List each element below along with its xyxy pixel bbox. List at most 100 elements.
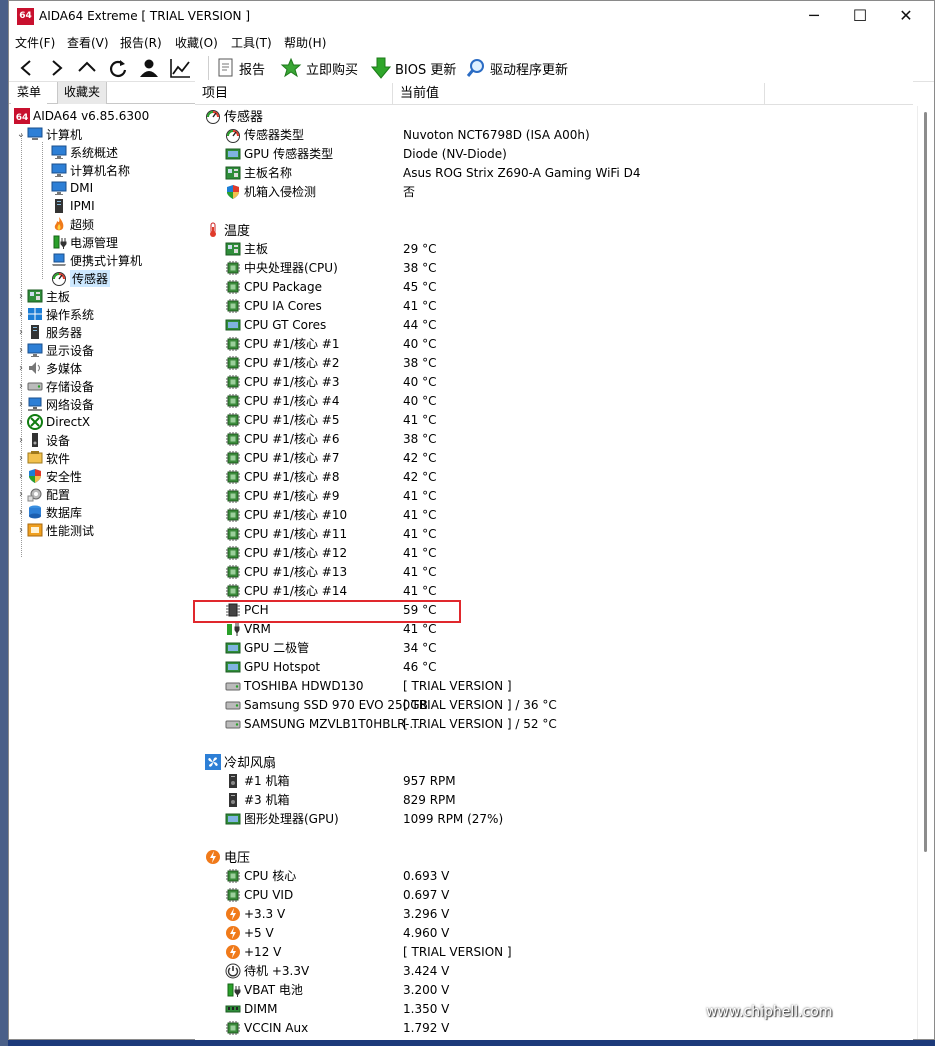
sensor-row[interactable]: CPU #1/核心 #13 41 °C — [195, 562, 895, 581]
chart-button[interactable] — [167, 55, 193, 81]
tree-item-computer-child[interactable]: 计算机名称 — [51, 161, 130, 179]
menu-file[interactable]: 文件(F) — [15, 34, 55, 51]
buy-button[interactable]: 立即购买 — [280, 56, 358, 80]
sensor-row[interactable]: CPU #1/核心 #4 40 °C — [195, 391, 895, 410]
sensor-row[interactable]: CPU #1/核心 #10 41 °C — [195, 505, 895, 524]
minimize-button[interactable]: ─ — [791, 1, 837, 32]
tree-item-category[interactable]: › 存储设备 — [15, 377, 94, 395]
expand-chevron-right-icon[interactable]: › — [15, 291, 27, 302]
sensor-row[interactable]: CPU #1/核心 #8 42 °C — [195, 467, 895, 486]
refresh-button[interactable] — [105, 55, 131, 81]
sensor-row[interactable]: CPU #1/核心 #1 40 °C — [195, 334, 895, 353]
expand-chevron-down-icon[interactable]: ⌄ — [15, 129, 27, 140]
sensor-row[interactable]: SAMSUNG MZVLB1T0HBLR-...[ TRIAL VERSION … — [195, 714, 895, 733]
sensor-row[interactable]: 机箱入侵检测 否 — [195, 182, 895, 201]
sensor-row[interactable]: CPU #1/核心 #14 41 °C — [195, 581, 895, 600]
sensor-row[interactable]: 中央处理器(CPU) 38 °C — [195, 258, 895, 277]
group-fans[interactable]: 冷却风扇 — [195, 752, 895, 771]
sensor-row[interactable]: 待机 +3.3V 3.424 V — [195, 961, 895, 980]
expand-chevron-right-icon[interactable]: › — [15, 399, 27, 410]
tree-item-computer-child[interactable]: DMI — [51, 179, 93, 197]
tree-item-computer-child[interactable]: IPMI — [51, 197, 95, 215]
sensor-row[interactable]: 传感器类型 Nuvoton NCT6798D (ISA A00h) — [195, 125, 895, 144]
column-item[interactable]: 项目 — [195, 83, 393, 105]
expand-chevron-right-icon[interactable]: › — [15, 327, 27, 338]
sensor-row[interactable]: +5 V 4.960 V — [195, 923, 895, 942]
expand-chevron-right-icon[interactable]: › — [15, 507, 27, 518]
group-sensor[interactable]: 传感器 — [195, 106, 895, 125]
menu-view[interactable]: 查看(V) — [67, 34, 109, 51]
sensor-row[interactable]: #1 机箱 957 RPM — [195, 771, 895, 790]
tree-item-computer-child[interactable]: 传感器 — [51, 269, 111, 287]
scrollbar-thumb[interactable] — [924, 112, 927, 852]
menu-help[interactable]: 帮助(H) — [284, 34, 326, 51]
tree-item-category[interactable]: › DirectX — [15, 413, 90, 431]
expand-chevron-right-icon[interactable]: › — [15, 489, 27, 500]
tree-item-category[interactable]: › 主板 — [15, 287, 70, 305]
sensor-row[interactable]: 图形处理器(GPU) 1099 RPM (27%) — [195, 809, 895, 828]
sensor-row[interactable]: VBAT 电池 3.200 V — [195, 980, 895, 999]
maximize-button[interactable]: ☐ — [837, 1, 883, 32]
tree-item-computer-child[interactable]: 便携式计算机 — [51, 251, 142, 269]
tree-item-category[interactable]: › 网络设备 — [15, 395, 94, 413]
tree-item-category[interactable]: › 设备 — [15, 431, 70, 449]
tree-item-computer-child[interactable]: 电源管理 — [51, 233, 118, 251]
column-value[interactable]: 当前值 — [393, 83, 765, 105]
tree-item-root[interactable]: 64 AIDA64 v6.85.6300 — [14, 107, 149, 125]
sensor-row[interactable]: CPU #1/核心 #11 41 °C — [195, 524, 895, 543]
sensor-row[interactable]: CPU 核心 0.693 V — [195, 866, 895, 885]
forward-button[interactable] — [43, 55, 69, 81]
tab-favorites[interactable]: 收藏夹 — [57, 82, 108, 104]
back-button[interactable] — [14, 55, 40, 81]
sensor-row[interactable]: CPU #1/核心 #6 38 °C — [195, 429, 895, 448]
sensor-row[interactable]: Samsung SSD 970 EVO 250GB[ TRIAL VERSION… — [195, 695, 895, 714]
driver-update-button[interactable]: 驱动程序更新 — [466, 56, 568, 80]
expand-chevron-right-icon[interactable]: › — [15, 435, 27, 446]
sensor-row[interactable]: GPU Hotspot 46 °C — [195, 657, 895, 676]
menu-tools[interactable]: 工具(T) — [231, 34, 272, 51]
tree-item-computer-child[interactable]: 系统概述 — [51, 143, 118, 161]
sensor-row[interactable]: CPU #1/核心 #5 41 °C — [195, 410, 895, 429]
close-button[interactable]: ✕ — [883, 1, 929, 32]
sensor-row[interactable]: CPU IA Cores 41 °C — [195, 296, 895, 315]
bios-update-button[interactable]: BIOS 更新 — [371, 56, 456, 80]
up-button[interactable] — [74, 55, 100, 81]
expand-chevron-right-icon[interactable]: › — [15, 471, 27, 482]
tree-item-category[interactable]: › 性能测试 — [15, 521, 94, 539]
expand-chevron-right-icon[interactable]: › — [15, 345, 27, 356]
menu-report[interactable]: 报告(R) — [120, 34, 162, 51]
sensor-row[interactable]: 主板名称 Asus ROG Strix Z690-A Gaming WiFi D4 — [195, 163, 895, 182]
sensor-row[interactable]: TOSHIBA HDWD130 [ TRIAL VERSION ] — [195, 676, 895, 695]
tree-item-category[interactable]: › 软件 — [15, 449, 70, 467]
group-voltage[interactable]: 电压 — [195, 847, 895, 866]
tree-item-computer-child[interactable]: 超频 — [51, 215, 94, 233]
sensor-row[interactable]: CPU #1/核心 #9 41 °C — [195, 486, 895, 505]
tree-item-category[interactable]: › 多媒体 — [15, 359, 82, 377]
expand-chevron-right-icon[interactable]: › — [15, 525, 27, 536]
sensor-row[interactable]: CPU GT Cores 44 °C — [195, 315, 895, 334]
group-temperature[interactable]: 温度 — [195, 220, 895, 239]
sensor-row[interactable]: VCCIN Aux 1.792 V — [195, 1018, 895, 1037]
report-button[interactable]: 报告 — [217, 56, 265, 80]
expand-chevron-right-icon[interactable]: › — [15, 309, 27, 320]
sensor-row[interactable]: GPU 传感器类型 Diode (NV-Diode) — [195, 144, 895, 163]
sensor-row[interactable]: #3 机箱 829 RPM — [195, 790, 895, 809]
expand-chevron-right-icon[interactable]: › — [15, 381, 27, 392]
menu-favorites[interactable]: 收藏(O) — [175, 34, 218, 51]
sensor-row[interactable]: GPU 二极管 34 °C — [195, 638, 895, 657]
tree-item-category[interactable]: › 数据库 — [15, 503, 82, 521]
sensor-row[interactable]: CPU #1/核心 #12 41 °C — [195, 543, 895, 562]
tree-item-category[interactable]: › 操作系统 — [15, 305, 94, 323]
tree-item-computer[interactable]: ⌄ 计算机 — [15, 125, 82, 143]
expand-chevron-right-icon[interactable]: › — [15, 417, 27, 428]
sensor-row[interactable]: CPU Package 45 °C — [195, 277, 895, 296]
sensor-row[interactable]: CPU #1/核心 #7 42 °C — [195, 448, 895, 467]
expand-chevron-right-icon[interactable]: › — [15, 453, 27, 464]
sensor-row[interactable]: 主板 29 °C — [195, 239, 895, 258]
sensor-row[interactable]: CPU #1/核心 #2 38 °C — [195, 353, 895, 372]
expand-chevron-right-icon[interactable]: › — [15, 363, 27, 374]
tree-item-category[interactable]: › 配置 — [15, 485, 70, 503]
user-button[interactable] — [136, 55, 162, 81]
tree-item-category[interactable]: › 显示设备 — [15, 341, 94, 359]
title-bar[interactable]: 64 AIDA64 Extreme [ TRIAL VERSION ] ─ ☐ … — [9, 1, 934, 32]
